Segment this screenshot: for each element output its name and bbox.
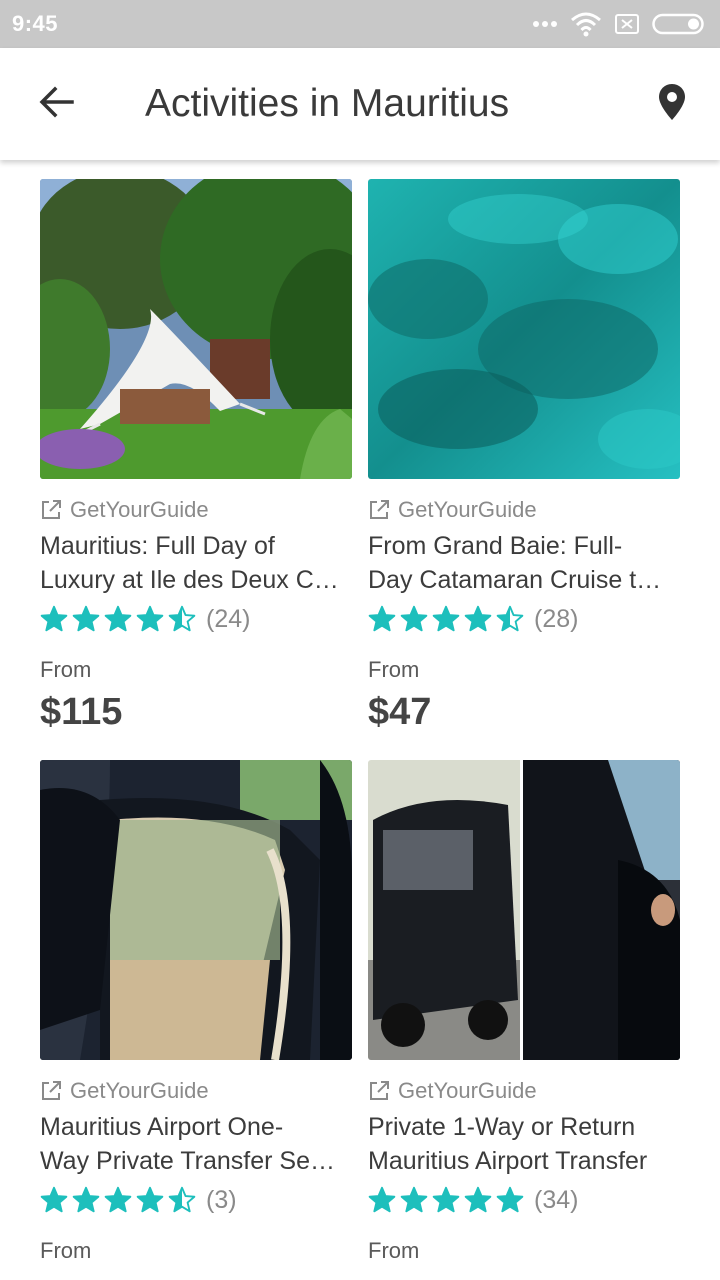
star-full-icon (432, 605, 460, 632)
battery-icon (652, 13, 706, 35)
star-full-icon (464, 1186, 492, 1213)
star-full-icon (432, 1186, 460, 1213)
star-full-icon (368, 1186, 396, 1213)
star-full-icon (104, 605, 132, 632)
price: $115 (40, 691, 123, 733)
star-full-icon (464, 605, 492, 632)
map-button[interactable] (646, 78, 698, 130)
rating-count: (28) (534, 604, 579, 633)
star-full-icon (496, 1186, 524, 1213)
price: $47 (368, 691, 432, 733)
star-full-icon (136, 605, 164, 632)
star-half-icon (168, 605, 196, 632)
external-link-icon (40, 499, 62, 521)
status-time: 9:45 (12, 11, 59, 36)
rating-count: (24) (206, 604, 251, 633)
back-button[interactable] (28, 76, 84, 132)
external-link-icon (40, 1080, 62, 1102)
activity-title-line1[interactable]: Mauritius: Full Day of (40, 529, 352, 563)
activity-title-line1[interactable]: Private 1-Way or Return (368, 1110, 680, 1144)
star-full-icon (136, 1186, 164, 1213)
sim-icon (614, 13, 640, 35)
star-full-icon (40, 1186, 68, 1213)
page-title: Activities in Mauritius (145, 82, 510, 125)
external-link-icon (368, 1080, 390, 1102)
activity-card[interactable]: GetYourGuide Private 1-Way or Return Mau… (368, 760, 680, 1264)
activity-card[interactable]: GetYourGuide Mauritius: Full Day of Luxu… (40, 179, 352, 734)
star-half-icon (496, 605, 524, 632)
activity-card[interactable]: GetYourGuide From Grand Baie: Full- Day … (368, 179, 680, 734)
from-label: From (40, 1238, 92, 1263)
provider-row: GetYourGuide (368, 497, 680, 523)
black-cars-photo[interactable] (368, 760, 680, 1060)
rating-row: (34) (368, 1182, 680, 1218)
provider-row: GetYourGuide (40, 497, 352, 523)
tent-garden-photo[interactable] (40, 179, 352, 479)
external-link-icon (368, 499, 390, 521)
star-half-icon (168, 1186, 196, 1213)
star-rating (40, 1186, 196, 1214)
from-label: From (368, 1238, 420, 1263)
provider-name: GetYourGuide (398, 497, 537, 522)
rating-count: (3) (206, 1185, 237, 1214)
rating-row: (24) (40, 601, 352, 637)
provider-name: GetYourGuide (70, 497, 209, 522)
provider-row: GetYourGuide (368, 1078, 680, 1104)
star-full-icon (72, 605, 100, 632)
activity-title-line1[interactable]: From Grand Baie: Full- (368, 529, 680, 563)
star-rating (368, 1186, 524, 1214)
status-icons (532, 11, 706, 37)
wifi-icon (570, 11, 602, 37)
from-label: From (40, 657, 92, 682)
activity-title-line2[interactable]: Day Catamaran Cruise t… (368, 563, 680, 597)
activity-title-line2[interactable]: Mauritius Airport Transfer (368, 1144, 680, 1178)
star-rating (368, 605, 524, 633)
from-label: From (368, 657, 420, 682)
activity-title-line1[interactable]: Mauritius Airport One- (40, 1110, 352, 1144)
signal-dots-icon (532, 19, 558, 29)
activity-card[interactable]: GetYourGuide Mauritius Airport One- Way … (40, 760, 352, 1264)
rating-row: (28) (368, 601, 680, 637)
turquoise-water-photo[interactable] (368, 179, 680, 479)
rating-count: (34) (534, 1185, 579, 1214)
activity-title-line2[interactable]: Way Private Transfer Se… (40, 1144, 352, 1178)
star-full-icon (72, 1186, 100, 1213)
star-full-icon (104, 1186, 132, 1213)
rating-row: (3) (40, 1182, 352, 1218)
activity-title-line2[interactable]: Luxury at Ile des Deux C… (40, 563, 352, 597)
status-bar: 9:45 (0, 0, 720, 48)
provider-name: GetYourGuide (398, 1078, 537, 1103)
provider-row: GetYourGuide (40, 1078, 352, 1104)
star-full-icon (40, 605, 68, 632)
location-pin-icon (658, 83, 686, 126)
provider-name: GetYourGuide (70, 1078, 209, 1103)
car-door-interior-photo[interactable] (40, 760, 352, 1060)
arrow-left-icon (38, 86, 74, 123)
star-full-icon (400, 1186, 428, 1213)
star-full-icon (400, 605, 428, 632)
app-bar: Activities in Mauritius (0, 48, 720, 160)
star-full-icon (368, 605, 396, 632)
star-rating (40, 605, 196, 633)
